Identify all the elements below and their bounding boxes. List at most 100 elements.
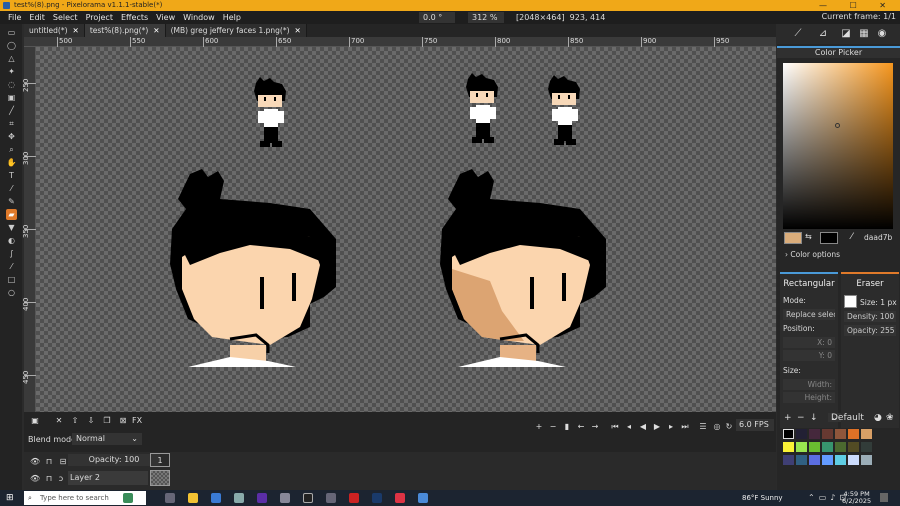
brush-preview[interactable] [844,295,857,308]
app-icon[interactable] [234,493,244,503]
menu-view[interactable]: View [152,13,179,22]
line-draw-icon[interactable]: ⁄ [6,261,17,272]
polygon-select-icon[interactable]: △ [6,53,17,64]
ellipse-draw-icon[interactable]: ○ [6,287,17,298]
secondary-color-swatch[interactable] [820,232,838,244]
hex-input[interactable]: daad7b [864,233,892,242]
rect-select-icon[interactable]: ▭ [6,27,17,38]
x-field[interactable]: X: 0 [783,337,835,348]
text-icon[interactable]: T [6,170,17,181]
palette-color-swatch[interactable] [809,442,820,452]
app-icon[interactable] [303,493,313,503]
timeline-settings-icon[interactable]: ☰ [698,421,708,432]
close-icon[interactable]: ✕ [295,26,301,35]
pencil-icon[interactable]: ✎ [6,196,17,207]
size-field[interactable]: Size: 1 px [860,298,897,307]
fps-input[interactable]: 6.0 FPS [736,419,774,431]
window-controls[interactable]: — ☐ ✕ [819,0,896,11]
bucket-icon[interactable]: ▼ [6,222,17,233]
palette-icon[interactable]: ◉ [875,27,889,40]
drawing-canvas[interactable] [36,47,776,412]
play-icon[interactable]: ▶ [652,421,662,432]
add-layer-icon[interactable]: ▣ [30,415,40,426]
rotation-input[interactable]: 0.0 ° ⌃ [419,12,455,33]
sort-icon[interactable]: ↓ [810,413,818,423]
app-icon[interactable] [280,493,290,503]
palette-color-swatch[interactable] [835,429,846,439]
width-field[interactable]: Width: [783,379,835,390]
pan-icon[interactable]: ✋ [6,157,17,168]
play-backwards-icon[interactable]: ◀ [638,421,648,432]
store-icon[interactable] [211,493,221,503]
layer-opacity[interactable]: Opacity: 100 [68,454,160,466]
palette-color-swatch[interactable] [835,442,846,452]
palette-color-swatch[interactable] [809,429,820,439]
palette-color-swatch[interactable] [796,455,807,465]
height-field[interactable]: Height: [783,392,835,403]
saturation-value-picker[interactable] [783,63,893,229]
pixel-perfect-icon[interactable]: ⟋ [789,27,807,40]
checker-icon[interactable]: ▦ [857,27,871,40]
zoom-input[interactable]: 312 % ⌃ [468,12,504,33]
tab-test-8[interactable]: test%(8).png(*) ✕ [84,24,166,37]
layer-name[interactable]: Layer 2 [68,471,148,485]
swap-colors-icon[interactable]: ⇆ [805,232,819,241]
menu-window[interactable]: Window [179,13,219,22]
layer-lock-icon[interactable]: ⊓ [44,473,54,484]
delete-frame-icon[interactable]: ▮ [562,421,572,432]
clone-layer-icon[interactable]: ❐ [102,415,112,426]
menu-help[interactable]: Help [219,13,245,22]
move-icon[interactable]: ✥ [6,131,17,142]
pixelorama-icon[interactable] [418,493,428,503]
crop-icon[interactable]: ⌗ [6,118,17,129]
last-frame-icon[interactable]: ⏭ [680,421,690,432]
add-palette-icon[interactable]: + [784,413,792,423]
palette-colors-icon[interactable]: ❀ [886,413,894,423]
layer-visibility-icon[interactable]: 👁 [30,473,40,484]
primary-color-swatch[interactable] [784,232,802,244]
palette-color-swatch[interactable] [861,429,872,439]
move-down-icon[interactable]: ⇩ [86,415,96,426]
remove-frame-icon[interactable]: − [548,421,558,432]
palette-color-swatch[interactable] [835,455,846,465]
close-icon[interactable]: ✕ [153,26,159,35]
palette-color-swatch[interactable] [822,429,833,439]
app-icon[interactable] [349,493,359,503]
palette-color-swatch[interactable] [796,429,807,439]
link-icon[interactable]: ⊟ [58,456,68,467]
windows-start-icon[interactable]: ⊞ [6,493,14,503]
tile-icon[interactable]: ◪ [839,27,853,40]
shading-icon[interactable]: ◐ [6,235,17,246]
layer-link-icon[interactable]: ɔ [56,473,66,484]
notification-icon[interactable] [880,493,888,502]
weather-widget[interactable]: 86°F Sunny [742,494,783,502]
palette-color-swatch[interactable] [783,455,794,465]
tab-greg-faces[interactable]: (MB) greg jeffery faces 1.png(*) ✕ [165,24,307,37]
menu-file[interactable]: File [4,13,25,22]
remove-layer-icon[interactable]: ✕ [54,415,64,426]
curve-icon[interactable]: ∫ [6,248,17,259]
remove-palette-icon[interactable]: − [797,413,805,423]
merge-icon[interactable]: ⊠ [118,415,128,426]
palette-edit-icon[interactable]: ◕ [874,413,882,423]
file-explorer-icon[interactable] [188,493,198,503]
color-select-icon[interactable]: ▣ [6,92,17,103]
opacity-field[interactable]: Opacity: 255 [844,325,896,336]
onion-skin-icon[interactable]: ◎ [712,421,722,432]
magic-wand-icon[interactable]: ✦ [6,66,17,77]
previous-frame-icon[interactable]: ◂ [624,421,634,432]
eraser-icon[interactable]: ▰ [6,209,17,220]
mode-select[interactable]: Replace selecti [783,309,835,320]
rectangle-draw-icon[interactable]: □ [6,274,17,285]
line-icon[interactable]: ╱ [6,105,17,116]
add-frame-icon[interactable]: + [534,421,544,432]
app-icon[interactable] [395,493,405,503]
visibility-icon[interactable]: 👁 [30,456,40,467]
move-frame-right-icon[interactable]: → [590,421,600,432]
mirror-icon[interactable]: ⊿ [813,27,833,40]
menu-select[interactable]: Select [49,13,82,22]
task-view-icon[interactable] [165,493,175,503]
loop-icon[interactable]: ↻ [724,421,734,432]
palette-color-swatch[interactable] [848,429,859,439]
first-frame-icon[interactable]: ⏮ [610,421,620,432]
